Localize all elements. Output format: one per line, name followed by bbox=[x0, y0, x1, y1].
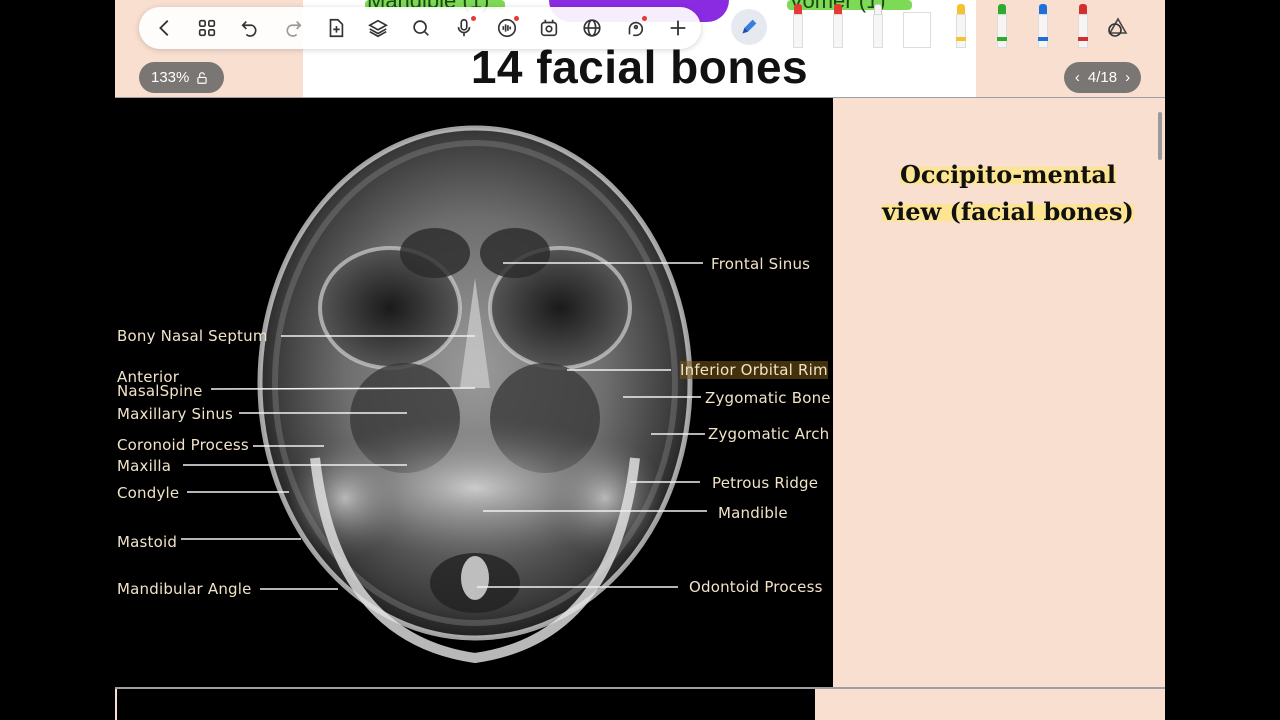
chevron-right-icon[interactable]: › bbox=[1125, 69, 1130, 86]
layers-icon[interactable] bbox=[362, 12, 394, 44]
label-maxilla: Maxilla bbox=[117, 457, 172, 475]
green-pen-tool[interactable] bbox=[994, 4, 1010, 48]
next-page-preview bbox=[117, 689, 815, 720]
recording-dot bbox=[471, 16, 476, 21]
pen-tool-button[interactable] bbox=[731, 9, 767, 45]
view-title-line1: Occipito-mental bbox=[899, 160, 1117, 189]
label-mandibular-angle: Mandibular Angle bbox=[117, 580, 252, 598]
pointer-line bbox=[210, 387, 476, 390]
undo-icon[interactable] bbox=[234, 12, 266, 44]
label-inferior-orbital-rim: Inferior Orbital Rim bbox=[680, 361, 828, 379]
pen-tool-2[interactable] bbox=[830, 4, 846, 48]
back-icon[interactable] bbox=[149, 12, 181, 44]
page-navigator[interactable]: ‹ 4/18 › bbox=[1064, 62, 1141, 93]
grid-icon[interactable] bbox=[191, 12, 223, 44]
label-condyle: Condyle bbox=[117, 484, 180, 502]
audio-icon[interactable] bbox=[491, 12, 523, 44]
label-nasal-spine: NasalSpine bbox=[117, 382, 203, 400]
label-maxillary-sinus: Maxillary Sinus bbox=[117, 405, 234, 423]
page-number: 4/18 bbox=[1087, 69, 1118, 86]
notification-dot bbox=[642, 16, 647, 21]
scrollbar[interactable] bbox=[1158, 112, 1162, 160]
zoom-level: 133% bbox=[151, 69, 190, 86]
notification-dot bbox=[514, 16, 519, 21]
label-zygomatic-arch: Zygomatic Arch bbox=[708, 425, 830, 443]
chevron-left-icon[interactable]: ‹ bbox=[1075, 69, 1080, 86]
view-title: Occipito-mental view (facial bones) bbox=[873, 156, 1143, 230]
yellow-highlighter-tool[interactable] bbox=[953, 4, 969, 48]
main-toolbar bbox=[139, 7, 701, 49]
redo-icon[interactable] bbox=[277, 12, 309, 44]
globe-icon[interactable] bbox=[576, 12, 608, 44]
microphone-icon[interactable] bbox=[448, 12, 480, 44]
label-frontal-sinus: Frontal Sinus bbox=[711, 255, 811, 273]
label-odontoid-process: Odontoid Process bbox=[689, 578, 823, 596]
shapes-icon[interactable] bbox=[1106, 16, 1130, 40]
label-mandible: Mandible bbox=[718, 504, 788, 522]
view-title-line2: view (facial bones) bbox=[882, 197, 1134, 226]
assistant-icon[interactable] bbox=[619, 12, 651, 44]
side-panel: Occipito-mental view (facial bones) bbox=[833, 98, 1165, 687]
blue-pen-tool[interactable] bbox=[1035, 4, 1051, 48]
sticker-icon[interactable] bbox=[533, 12, 565, 44]
label-zygomatic-bone: Zygomatic Bone bbox=[705, 389, 831, 407]
plus-icon[interactable] bbox=[662, 12, 694, 44]
unlock-icon bbox=[197, 71, 208, 84]
zoom-indicator[interactable]: 133% bbox=[139, 62, 224, 93]
label-bony-nasal-septum: Bony Nasal Septum bbox=[117, 327, 268, 345]
pencil-icon bbox=[742, 19, 757, 34]
ruler-tool[interactable] bbox=[903, 12, 931, 48]
label-petrous-ridge: Petrous Ridge bbox=[712, 474, 819, 492]
red-pen-tool[interactable] bbox=[1075, 4, 1091, 48]
search-icon[interactable] bbox=[405, 12, 437, 44]
pen-tool-1[interactable] bbox=[790, 4, 806, 48]
eraser-tool[interactable] bbox=[870, 4, 886, 48]
label-coronoid-process: Coronoid Process bbox=[117, 436, 249, 454]
add-page-icon[interactable] bbox=[320, 12, 352, 44]
label-mastoid: Mastoid bbox=[117, 533, 178, 551]
